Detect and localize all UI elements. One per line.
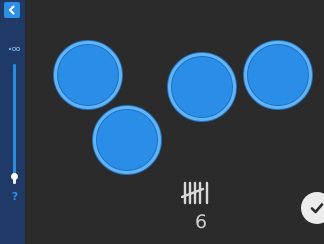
speed-slider-handle[interactable] [11, 172, 18, 180]
game-stage: 6 [25, 0, 324, 244]
tally-marks-icon [181, 181, 209, 205]
chevron-left-icon [9, 5, 15, 15]
counting-disc[interactable] [54, 41, 122, 109]
counting-disc[interactable] [168, 53, 236, 121]
done-button[interactable] [301, 192, 324, 224]
sidebar: ? [0, 0, 25, 244]
back-button[interactable] [4, 2, 20, 18]
count-label: 6 [194, 211, 208, 233]
max-speed-icon [8, 46, 20, 52]
help-button[interactable]: ? [10, 190, 20, 203]
checkmark-icon [310, 203, 324, 214]
speed-slider-track[interactable] [13, 64, 16, 184]
counting-disc[interactable] [244, 41, 312, 109]
counting-disc[interactable] [93, 106, 161, 174]
